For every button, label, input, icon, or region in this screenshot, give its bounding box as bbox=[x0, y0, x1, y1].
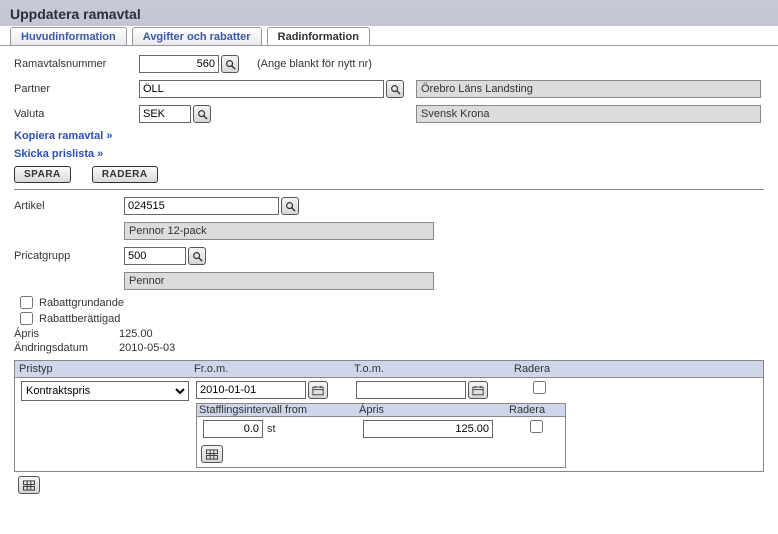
ramavtalsnummer-hint: (Ange blankt för nytt nr) bbox=[257, 58, 372, 70]
rabattgrundande-checkbox[interactable] bbox=[20, 296, 33, 309]
valuta-lookup-button[interactable] bbox=[193, 105, 211, 123]
pricatgrupp-name: Pennor bbox=[124, 272, 434, 290]
col-staff-apris: Ápris bbox=[357, 404, 507, 416]
rabattgrundande-label: Rabattgrundande bbox=[39, 297, 124, 309]
radera-button[interactable]: RADERA bbox=[92, 166, 158, 183]
partner-name: Örebro Läns Landsting bbox=[416, 80, 761, 98]
pricatgrupp-label: Pricatgrupp bbox=[14, 250, 124, 262]
pricatgrupp-lookup-button[interactable] bbox=[188, 247, 206, 265]
from-date-button[interactable] bbox=[308, 381, 328, 399]
from-input[interactable] bbox=[196, 381, 306, 399]
calendar-icon bbox=[312, 385, 324, 396]
search-icon bbox=[197, 109, 208, 120]
artikel-name: Pennor 12-pack bbox=[124, 222, 434, 240]
valuta-input[interactable] bbox=[139, 105, 191, 123]
pristyp-select[interactable]: Kontraktspris bbox=[21, 381, 189, 401]
divider bbox=[14, 189, 764, 190]
add-row-icon bbox=[205, 449, 219, 460]
tab-avgifter-rabatter[interactable]: Avgifter och rabatter bbox=[132, 27, 262, 45]
stafflingsintervall-unit: st bbox=[267, 423, 276, 435]
tom-input[interactable] bbox=[356, 381, 466, 399]
valuta-label: Valuta bbox=[14, 108, 139, 120]
pricatgrupp-input[interactable] bbox=[124, 247, 186, 265]
calendar-icon bbox=[472, 385, 484, 396]
pristyp-radera-checkbox[interactable] bbox=[533, 381, 546, 394]
search-icon bbox=[225, 59, 236, 70]
col-from: Fr.o.m. bbox=[190, 361, 350, 377]
artikel-input[interactable] bbox=[124, 197, 279, 215]
andringsdatum-value: 2010-05-03 bbox=[119, 342, 175, 354]
staff-apris-input[interactable] bbox=[363, 420, 493, 438]
staffling-table: Stafflingsintervall from Ápris Radera st bbox=[196, 403, 566, 468]
tab-radinformation[interactable]: Radinformation bbox=[267, 27, 370, 45]
pristyp-add-row-button[interactable] bbox=[18, 476, 40, 494]
ramavtalsnummer-label: Ramavtalsnummer bbox=[14, 58, 139, 70]
search-icon bbox=[192, 251, 203, 262]
ramavtalsnummer-input[interactable] bbox=[139, 55, 219, 73]
apris-value: 125.00 bbox=[119, 328, 153, 340]
tab-huvudinformation[interactable]: Huvudinformation bbox=[10, 27, 127, 45]
col-stafflingsintervall: Stafflingsintervall from bbox=[197, 404, 357, 416]
partner-label: Partner bbox=[14, 83, 139, 95]
col-radera: Radera bbox=[510, 361, 560, 377]
spara-button[interactable]: SPARA bbox=[14, 166, 71, 183]
valuta-name: Svensk Krona bbox=[416, 105, 761, 123]
col-staff-radera: Radera bbox=[507, 404, 557, 416]
andringsdatum-label: Ändringsdatum bbox=[14, 342, 119, 354]
col-pristyp: Pristyp bbox=[15, 361, 190, 377]
pristyp-table: Pristyp Fr.o.m. T.o.m. Radera Kontraktsp… bbox=[14, 360, 764, 472]
kopiera-ramavtal-link[interactable]: Kopiera ramavtal » bbox=[14, 130, 764, 142]
staffling-add-row-button[interactable] bbox=[201, 445, 223, 463]
partner-input[interactable] bbox=[139, 80, 384, 98]
partner-lookup-button[interactable] bbox=[386, 80, 404, 98]
rabattberattigad-checkbox[interactable] bbox=[20, 312, 33, 325]
page-title: Uppdatera ramavtal bbox=[10, 6, 768, 22]
search-icon bbox=[390, 84, 401, 95]
skicka-prislista-link[interactable]: Skicka prislista » bbox=[14, 148, 764, 160]
stafflingsintervall-input[interactable] bbox=[203, 420, 263, 438]
ramavtalsnummer-lookup-button[interactable] bbox=[221, 55, 239, 73]
tabs: Huvudinformation Avgifter och rabatter R… bbox=[0, 26, 778, 46]
page-header: Uppdatera ramavtal bbox=[0, 0, 778, 26]
staff-radera-checkbox[interactable] bbox=[530, 420, 543, 433]
artikel-lookup-button[interactable] bbox=[281, 197, 299, 215]
tom-date-button[interactable] bbox=[468, 381, 488, 399]
search-icon bbox=[285, 201, 296, 212]
apris-label: Ápris bbox=[14, 328, 119, 340]
rabattberattigad-label: Rabattberättigad bbox=[39, 313, 120, 325]
artikel-label: Artikel bbox=[14, 200, 124, 212]
add-row-icon bbox=[22, 480, 36, 491]
col-tom: T.o.m. bbox=[350, 361, 510, 377]
